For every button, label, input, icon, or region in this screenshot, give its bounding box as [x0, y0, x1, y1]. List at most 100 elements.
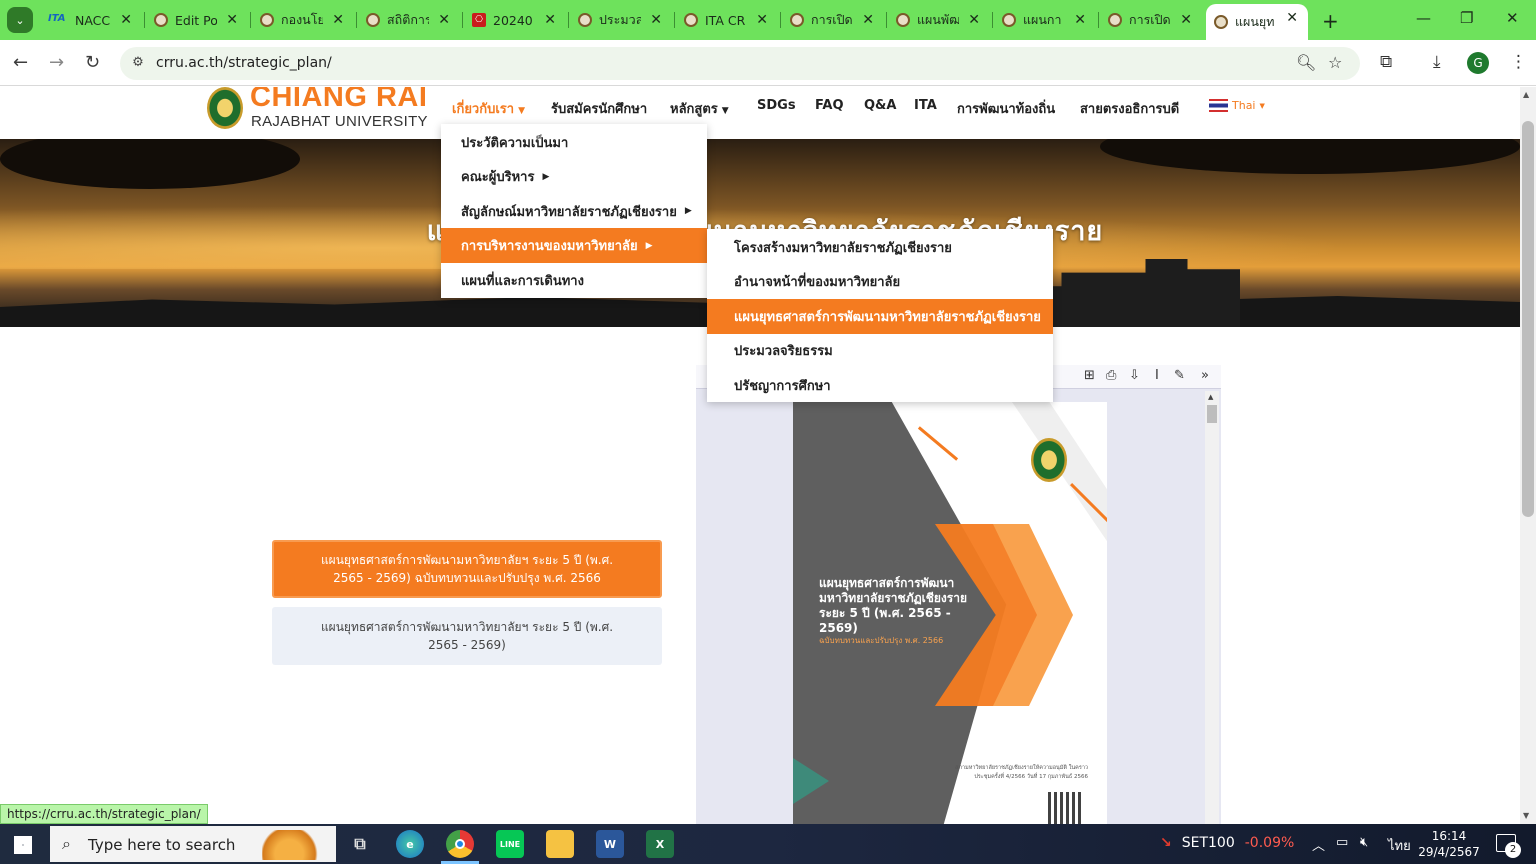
reload-icon[interactable]: ↻ [85, 52, 100, 73]
site-info-icon[interactable]: ⚙ [128, 53, 148, 73]
new-tab-button[interactable]: + [1322, 9, 1339, 33]
logo-sub-text[interactable]: RAJABHAT UNIVERSITY [251, 113, 428, 130]
language-selector[interactable]: Thai ▼ [1209, 99, 1265, 112]
taskbar-search-box[interactable]: ⌕ Type here to search [50, 826, 336, 862]
tab-10[interactable]: การเปิด ✕ [1100, 6, 1202, 34]
tab-close-icon[interactable]: ✕ [650, 12, 662, 28]
page-scrollbar[interactable]: ▲ ▼ [1520, 87, 1536, 824]
tab-close-icon[interactable]: ✕ [1286, 10, 1298, 26]
address-bar[interactable]: ⚙ crru.ac.th/strategic_plan/ 🔍︎ ☆ [120, 47, 1360, 80]
excel-icon[interactable]: X [646, 830, 674, 858]
network-icon[interactable]: ▭ [1336, 835, 1348, 850]
comment-icon[interactable]: ⊞ [1084, 368, 1095, 383]
taskbar-search-placeholder[interactable]: Type here to search [88, 836, 235, 854]
nav-item-3[interactable]: SDGs [757, 98, 796, 113]
logo-main-text[interactable]: CHIANG RAI [250, 87, 427, 114]
tab-0[interactable]: ITA NACC ✕ [40, 6, 142, 34]
edge-icon[interactable]: e [396, 830, 424, 858]
back-icon[interactable]: ← [13, 52, 28, 73]
scroll-up-icon[interactable]: ▲ [1523, 90, 1529, 99]
menu-sub-item-0[interactable]: โครงสร้างมหาวิทยาลัยราชภัฏเชียงราย [707, 230, 1053, 265]
tab-7[interactable]: การเปิด ✕ [782, 6, 884, 34]
url-text[interactable]: crru.ac.th/strategic_plan/ [156, 55, 332, 71]
windows-start-icon[interactable] [14, 836, 32, 854]
nav-item-4[interactable]: FAQ [815, 98, 844, 113]
download-icon[interactable]: ⤓ [1433, 52, 1441, 72]
pdf-scroll-up-icon[interactable]: ▲ [1208, 393, 1213, 401]
tab-5[interactable]: ประมวล ✕ [570, 6, 672, 34]
text-cursor-icon[interactable]: I [1155, 368, 1159, 383]
word-icon[interactable]: W [596, 830, 624, 858]
zoom-icon[interactable]: 🔍︎ [1296, 53, 1316, 72]
taskbar-clock[interactable]: 16:14 29/4/2567 [1418, 828, 1480, 860]
tab-9[interactable]: แผนกา ✕ [994, 6, 1096, 34]
menu-sub-item-3[interactable]: ประมวลจริยธรรม [707, 333, 1053, 368]
tab-close-icon[interactable]: ✕ [438, 12, 450, 28]
bookmark-star-icon[interactable]: ☆ [1328, 53, 1342, 72]
menu-main-item-4[interactable]: แผนที่และการเดินทาง [441, 263, 707, 298]
tab-2[interactable]: กองนโย ✕ [252, 6, 354, 34]
tab-close-icon[interactable]: ✕ [1074, 12, 1086, 28]
tab-close-icon[interactable]: ✕ [756, 12, 768, 28]
pdf-scrollbar[interactable]: ▲ [1205, 391, 1219, 824]
menu-main-item-2[interactable]: สัญลักษณ์มหาวิทยาลัยราชภัฏเชียงราย ▶ [441, 194, 707, 229]
more-icon[interactable]: » [1201, 368, 1209, 383]
tab-4[interactable]: ⎔ 20240 ✕ [464, 6, 566, 34]
plan-button-revised[interactable]: แผนยุทธศาสตร์การพัฒนามหาวิทยาลัยฯ ระยะ 5… [272, 540, 662, 598]
menu-sub-item-1[interactable]: อำนาจหน้าที่ของมหาวิทยาลัย [707, 264, 1053, 299]
file-explorer-icon[interactable] [546, 830, 574, 858]
tab-close-icon[interactable]: ✕ [544, 12, 556, 28]
save-icon[interactable]: ⇩ [1129, 368, 1140, 383]
print-icon[interactable]: ⎙ [1106, 368, 1116, 383]
tab-close-icon[interactable]: ✕ [332, 12, 344, 28]
volume-muted-icon[interactable]: 🔇︎ [1360, 835, 1368, 850]
tab-1[interactable]: Edit Po ✕ [146, 6, 248, 34]
chrome-icon[interactable] [446, 830, 474, 858]
tab-close-icon[interactable]: ✕ [862, 12, 874, 28]
pdf-viewer[interactable]: ⊞ ⎙ ⇩ I ✎ » แผนยุทธศาสตร์การพัฒนา มหาวิท… [696, 365, 1221, 824]
draw-icon[interactable]: ✎ [1174, 368, 1185, 383]
extensions-icon[interactable]: ⧉ [1380, 52, 1392, 72]
menu-sub-item-4[interactable]: ปรัชญาการศึกษา [707, 368, 1053, 403]
nav-item-label: การพัฒนาท้องถิ่น [957, 102, 1056, 117]
tab-6[interactable]: ITA CR ✕ [676, 6, 778, 34]
tab-close-icon[interactable]: ✕ [120, 12, 132, 28]
menu-main-item-3[interactable]: การบริหารงานของมหาวิทยาลัย ▶ [441, 228, 707, 263]
tab-8[interactable]: แผนพัฒ ✕ [888, 6, 990, 34]
restore-icon[interactable]: ❐ [1460, 9, 1473, 27]
university-seal-logo[interactable] [207, 87, 243, 129]
tab-3[interactable]: สถิติการ ✕ [358, 6, 460, 34]
scroll-thumb[interactable] [1522, 121, 1534, 517]
menu-main-item-0[interactable]: ประวัติความเป็นมา [441, 125, 707, 160]
nav-item-1[interactable]: รับสมัครนักศึกษา [551, 98, 647, 119]
tab-close-icon[interactable]: ✕ [226, 12, 238, 28]
tray-chevron-icon[interactable]: ︿ [1312, 835, 1325, 854]
nav-item-label: Q&A [864, 98, 897, 113]
menu-kebab-icon[interactable]: ⋮ [1510, 52, 1527, 72]
menu-sub-item-2[interactable]: แผนยุทธศาสตร์การพัฒนามหาวิทยาลัยราชภัฏเช… [707, 298, 1053, 334]
forward-icon[interactable]: → [49, 52, 64, 73]
nav-item-7[interactable]: การพัฒนาท้องถิ่น [957, 98, 1055, 119]
menu-item-label: ประวัติความเป็นมา [461, 135, 569, 151]
nav-item-8[interactable]: สายตรงอธิการบดี [1080, 98, 1179, 119]
input-language[interactable]: ไทย [1388, 835, 1411, 856]
nav-item-6[interactable]: ITA [914, 98, 937, 113]
nav-item-2[interactable]: หลักสูตร ▼ [670, 98, 729, 119]
task-view-icon[interactable]: ⧉ [346, 830, 374, 858]
tab-search-chevron-icon[interactable]: ⌄ [7, 7, 33, 33]
plan-button-original[interactable]: แผนยุทธศาสตร์การพัฒนามหาวิทยาลัยฯ ระยะ 5… [272, 607, 662, 665]
nav-item-0[interactable]: เกี่ยวกับเรา ▼ [452, 98, 525, 119]
tab-close-icon[interactable]: ✕ [968, 12, 980, 28]
tab-11[interactable]: แผนยุท ✕ [1206, 4, 1308, 40]
nav-item-5[interactable]: Q&A [864, 98, 896, 113]
stock-ticker-widget[interactable]: ↘ SET100 -0.09% [1160, 835, 1294, 851]
caret-down-icon: ▼ [518, 106, 526, 116]
scroll-down-icon[interactable]: ▼ [1523, 811, 1529, 820]
line-icon[interactable]: LINE [496, 830, 524, 858]
close-window-icon[interactable]: ✕ [1506, 9, 1519, 27]
pdf-scroll-thumb[interactable] [1207, 405, 1217, 423]
minimize-icon[interactable]: — [1416, 9, 1431, 27]
profile-avatar[interactable]: G [1467, 52, 1489, 74]
menu-main-item-1[interactable]: คณะผู้บริหาร ▶ [441, 159, 707, 194]
tab-close-icon[interactable]: ✕ [1180, 12, 1192, 28]
